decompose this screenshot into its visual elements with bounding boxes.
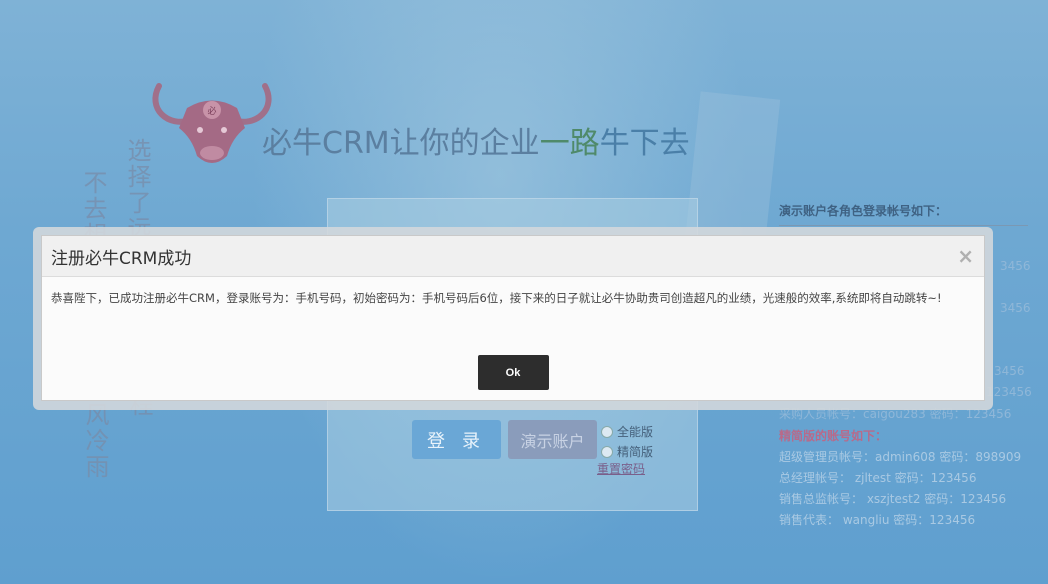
ok-button[interactable]: Ok (477, 355, 549, 390)
modal-title: 注册必牛CRM成功 (51, 248, 192, 269)
modal-message: 恭喜陛下，已成功注册必牛CRM，登录账号为：手机号码，初始密码为：手机号码后6位… (51, 291, 942, 305)
close-icon[interactable]: × (957, 244, 974, 268)
modal-footer: Ok (42, 344, 984, 390)
modal-header: 注册必牛CRM成功 × (42, 236, 984, 277)
success-modal: 注册必牛CRM成功 × 恭喜陛下，已成功注册必牛CRM，登录账号为：手机号码，初… (41, 235, 985, 401)
